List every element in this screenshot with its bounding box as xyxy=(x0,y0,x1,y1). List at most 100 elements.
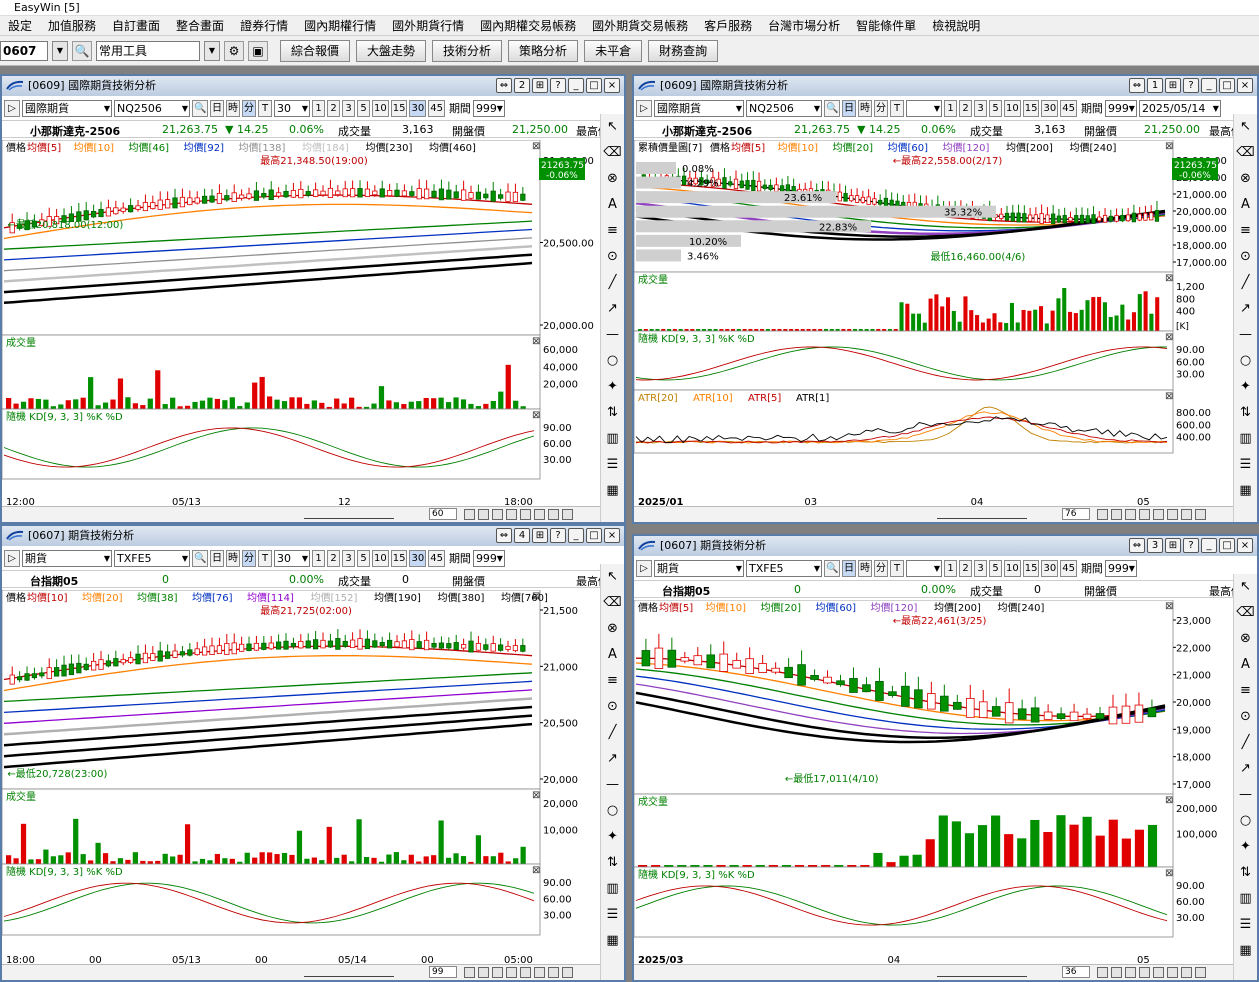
hline-icon[interactable]: ≡ xyxy=(1234,678,1257,704)
interval-45[interactable]: 45 xyxy=(428,99,445,117)
grid-icon[interactable]: ▦ xyxy=(1234,938,1257,964)
text-tool-icon[interactable]: A xyxy=(601,642,624,668)
line-tool-icon[interactable]: ╱ xyxy=(601,720,624,746)
interval-1[interactable]: 1 xyxy=(312,99,325,117)
interval-2[interactable]: 2 xyxy=(327,99,340,117)
marker-icon[interactable]: ✦ xyxy=(601,824,624,850)
pane-close-icon[interactable]: ⊠ xyxy=(1165,868,1173,879)
period-日[interactable]: 日 xyxy=(842,99,856,117)
window-number[interactable]: 1 xyxy=(1147,78,1163,93)
play-button[interactable]: ▷ xyxy=(4,549,20,567)
link-icon[interactable]: ⇔ xyxy=(496,78,512,93)
bars-icon[interactable]: ▥ xyxy=(601,876,624,902)
save-icon[interactable] xyxy=(1167,509,1178,520)
period-T[interactable]: T xyxy=(890,559,904,577)
layout-icon[interactable]: ⊞ xyxy=(532,78,548,93)
hline-icon[interactable]: ≡ xyxy=(601,218,624,244)
dash-tool-icon[interactable]: — xyxy=(1234,782,1257,808)
menu-item-4[interactable]: 證券行情 xyxy=(232,17,296,34)
scroll-right-icon[interactable] xyxy=(506,509,517,520)
toolbar-button-0[interactable]: 綜合報價 xyxy=(280,39,351,62)
help-icon[interactable]: ? xyxy=(550,78,566,93)
interval-30[interactable]: 30 xyxy=(1041,99,1059,117)
interval-30[interactable]: 30 xyxy=(409,549,427,567)
play-button[interactable]: ▷ xyxy=(636,559,652,577)
circle-tool-icon[interactable]: ○ xyxy=(601,798,624,824)
gear-icon[interactable]: ⚙ xyxy=(224,40,244,61)
count-input[interactable]: 999 xyxy=(1104,99,1137,117)
settings-icon[interactable] xyxy=(562,509,573,520)
export-icon[interactable] xyxy=(520,509,531,520)
export-icon[interactable] xyxy=(1153,967,1164,978)
arrow-tool-icon[interactable]: ↗ xyxy=(1234,296,1257,322)
dash-tool-icon[interactable]: — xyxy=(601,322,624,348)
pane-close-icon[interactable]: ⊠ xyxy=(532,865,540,876)
settings-icon[interactable] xyxy=(1195,509,1206,520)
pane-close-icon[interactable]: ⊠ xyxy=(1165,795,1173,806)
circle-tool-icon[interactable]: ○ xyxy=(1234,808,1257,834)
pane-close-icon[interactable]: ⊠ xyxy=(1165,601,1173,612)
code-dropdown[interactable]: ▼ xyxy=(52,40,68,61)
interval-1[interactable]: 1 xyxy=(944,559,957,577)
interval-5[interactable]: 5 xyxy=(357,549,370,567)
layout-icon[interactable]: ⊞ xyxy=(1165,538,1181,553)
hline-icon[interactable]: ≡ xyxy=(601,668,624,694)
market-select[interactable]: 期貨 xyxy=(22,549,112,567)
tool-dropdown[interactable]: ▼ xyxy=(204,40,220,61)
toolbar-button-5[interactable]: 財務查詢 xyxy=(648,39,719,62)
count-input[interactable]: 999 xyxy=(472,99,505,117)
scroll-right-icon[interactable] xyxy=(506,967,517,978)
search-icon[interactable]: 🔍 xyxy=(72,40,92,61)
date-select[interactable]: 2025/05/14 xyxy=(1138,99,1221,117)
interval-select[interactable]: 30 xyxy=(274,99,310,117)
close-icon[interactable]: × xyxy=(1237,78,1253,93)
fib-icon[interactable]: ⊙ xyxy=(1234,244,1257,270)
grid-icon[interactable]: ▦ xyxy=(601,928,624,954)
cursor-icon[interactable]: ↖ xyxy=(601,564,624,590)
interval-45[interactable]: 45 xyxy=(428,549,445,567)
scroll-left-icon[interactable] xyxy=(1125,967,1136,978)
eraser-icon[interactable]: ⌫ xyxy=(601,590,624,616)
menu-item-7[interactable]: 國內期權交易帳務 xyxy=(472,17,584,34)
zoom-input[interactable]: 76 xyxy=(1062,508,1090,520)
text-tool-icon[interactable]: A xyxy=(601,192,624,218)
list-icon[interactable]: ☰ xyxy=(1234,452,1257,478)
zoom-out-icon[interactable] xyxy=(478,509,489,520)
marker-icon[interactable]: ✦ xyxy=(601,374,624,400)
export-icon[interactable] xyxy=(1153,509,1164,520)
updown-icon[interactable]: ⇅ xyxy=(1234,400,1257,426)
pane-close-icon[interactable]: ⊠ xyxy=(532,410,540,421)
interval-30[interactable]: 30 xyxy=(1041,559,1059,577)
restore-icon[interactable]: □ xyxy=(586,78,602,93)
market-select[interactable]: 期貨 xyxy=(654,559,744,577)
tool-select[interactable]: 常用工具 xyxy=(96,40,200,61)
line-tool-icon[interactable]: ╱ xyxy=(1234,730,1257,756)
count-input[interactable]: 999 xyxy=(1104,559,1137,577)
menu-item-8[interactable]: 國外期貨交易帳務 xyxy=(584,17,696,34)
zoom-slider[interactable] xyxy=(937,967,1027,977)
help-icon[interactable]: ? xyxy=(1183,538,1199,553)
list-icon[interactable]: ☰ xyxy=(601,452,624,478)
toolbar-button-2[interactable]: 技術分析 xyxy=(432,39,503,62)
arrow-tool-icon[interactable]: ↗ xyxy=(1234,756,1257,782)
cursor-icon[interactable]: ↖ xyxy=(1234,114,1257,140)
interval-1[interactable]: 1 xyxy=(944,99,957,117)
circle-tool-icon[interactable]: ○ xyxy=(601,348,624,374)
interval-10[interactable]: 10 xyxy=(372,99,389,117)
menu-item-11[interactable]: 智能條件單 xyxy=(848,17,924,34)
period-分[interactable]: 分 xyxy=(242,549,256,567)
symbol-select[interactable]: TXFE5 xyxy=(114,549,190,567)
close-icon[interactable]: × xyxy=(1237,538,1253,553)
period-T[interactable]: T xyxy=(890,99,904,117)
symbol-select[interactable]: NQ2506 xyxy=(746,99,822,117)
restore-icon[interactable]: □ xyxy=(586,528,602,543)
interval-15[interactable]: 15 xyxy=(390,549,408,567)
zoom-out-icon[interactable] xyxy=(1111,509,1122,520)
period-日[interactable]: 日 xyxy=(210,99,224,117)
interval-15[interactable]: 15 xyxy=(1022,99,1040,117)
interval-15[interactable]: 15 xyxy=(1022,559,1040,577)
eraser-icon[interactable]: ⌫ xyxy=(1234,140,1257,166)
settings-icon[interactable] xyxy=(1195,967,1206,978)
symbol-search-icon[interactable]: 🔍 xyxy=(824,99,840,117)
cursor-icon[interactable]: ↖ xyxy=(1234,574,1257,600)
